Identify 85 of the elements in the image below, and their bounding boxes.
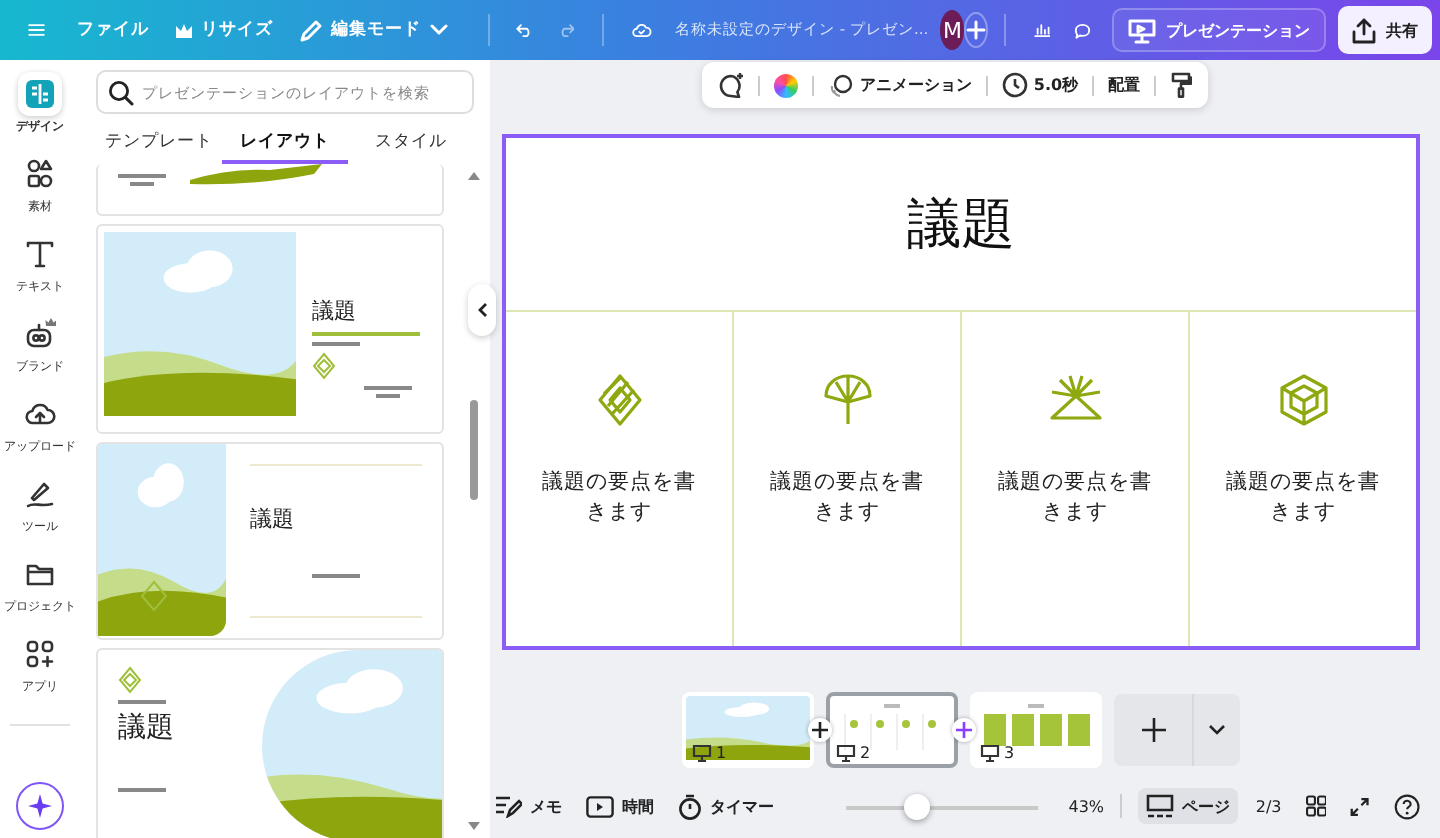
slider-thumb[interactable] (903, 793, 930, 819)
shapes-icon (24, 158, 56, 190)
presentation-icon (836, 744, 856, 762)
undo-icon[interactable] (516, 18, 534, 42)
duration-button[interactable]: 5.0秒 (1001, 72, 1079, 98)
page-number: 2 (836, 744, 871, 762)
diamond-icon (312, 352, 336, 380)
chart-icon[interactable] (1033, 18, 1051, 42)
presentation-icon (1127, 17, 1156, 43)
magic-button[interactable] (16, 782, 64, 830)
tab[interactable]: テンプレート (96, 124, 222, 164)
plus-icon (1141, 718, 1165, 742)
layout-thumbnail[interactable]: 議題 (96, 442, 444, 640)
crown-icon (173, 21, 194, 39)
layout-title: 議題 (118, 710, 174, 746)
animation-icon (827, 73, 854, 97)
point-text: 議題の要点を書きます (1224, 468, 1382, 527)
zoom-slider[interactable] (846, 793, 1039, 819)
layout-title: 議題 (250, 504, 296, 535)
brush-stroke-drawing (186, 164, 326, 188)
scrollbar-thumb[interactable] (470, 400, 478, 500)
search-icon (108, 80, 134, 106)
present-button[interactable]: プレゼンテーション (1111, 8, 1326, 52)
fullscreen-icon[interactable] (1350, 795, 1370, 817)
cloud-upload-icon (24, 398, 56, 430)
notes-icon (494, 794, 522, 818)
upload-icon (1351, 17, 1376, 43)
plus-icon (812, 722, 828, 738)
timer-button[interactable]: タイマー (678, 793, 774, 819)
leaf-icon (819, 372, 875, 428)
point-text: 議題の要点を書きます (768, 468, 926, 527)
chevron-left-icon (477, 302, 487, 318)
presentation-icon (980, 744, 1000, 762)
arrange-button[interactable]: 配置 (1108, 74, 1141, 96)
layout-title: 議題 (312, 296, 356, 326)
layout-icon (24, 78, 56, 110)
layout-thumbnail[interactable] (96, 164, 444, 216)
add-button[interactable] (964, 12, 989, 48)
page-grid-icon (1145, 793, 1174, 819)
page-count: 2/3 (1255, 797, 1282, 815)
scroll-up-icon (468, 172, 480, 180)
page-thumbnail[interactable]: 1 (682, 692, 814, 768)
pencil-icon (297, 17, 324, 43)
presentation-icon (692, 744, 712, 762)
point-text: 議題の要点を書きます (996, 468, 1154, 527)
pages-button[interactable]: ページ (1137, 788, 1238, 824)
sparkle-icon (26, 792, 54, 820)
notes-button[interactable]: メモ (494, 794, 562, 818)
slide-title: 議題 (506, 138, 1416, 312)
timer-icon (678, 793, 702, 819)
plus-icon (956, 722, 972, 738)
page-number: 3 (980, 744, 1015, 762)
menu-icon[interactable] (28, 18, 46, 42)
caret-icon (429, 24, 448, 36)
animation-button[interactable]: アニメーション (827, 73, 972, 97)
avatar[interactable]: M (940, 10, 965, 50)
hexagon-icon (1275, 372, 1331, 428)
caret-icon (1208, 724, 1226, 736)
text-icon (24, 238, 56, 270)
robot-icon (24, 318, 56, 350)
scroll-down-icon (468, 822, 480, 830)
color-wheel-icon[interactable] (773, 73, 798, 97)
apps-icon (24, 638, 56, 670)
collapse-button[interactable] (468, 284, 496, 336)
zoom-percentage: 43% (1068, 797, 1105, 815)
point-text: 議題の要点を書きます (540, 468, 698, 527)
play-box-icon (586, 795, 614, 817)
diamond-icon (118, 666, 142, 694)
page-thumbnail[interactable]: 3 (970, 692, 1102, 768)
brush-icon (24, 478, 56, 510)
help-icon[interactable] (1393, 791, 1421, 821)
slide[interactable]: 議題 議題の要点を書きます 議題の要点を書きます 議題の要点を書きます 議題の要点を書きます (502, 134, 1420, 650)
grid-view-icon[interactable] (1305, 794, 1327, 818)
timing-button[interactable]: 時間 (586, 795, 654, 817)
clock-icon (1001, 72, 1028, 98)
plus-icon (966, 20, 987, 40)
page-number: 1 (692, 744, 727, 762)
tab[interactable]: スタイル (348, 124, 474, 164)
layout-thumbnail[interactable]: 議題 (96, 224, 444, 434)
share-button[interactable]: 共有 (1337, 6, 1432, 54)
page-thumbnail[interactable]: 2 (826, 692, 958, 768)
paint-roller-icon[interactable] (1170, 72, 1193, 98)
layout-thumbnail[interactable]: 議題 (96, 648, 444, 838)
comment-add-icon[interactable] (717, 72, 744, 98)
cloud-check-icon[interactable] (631, 18, 651, 42)
